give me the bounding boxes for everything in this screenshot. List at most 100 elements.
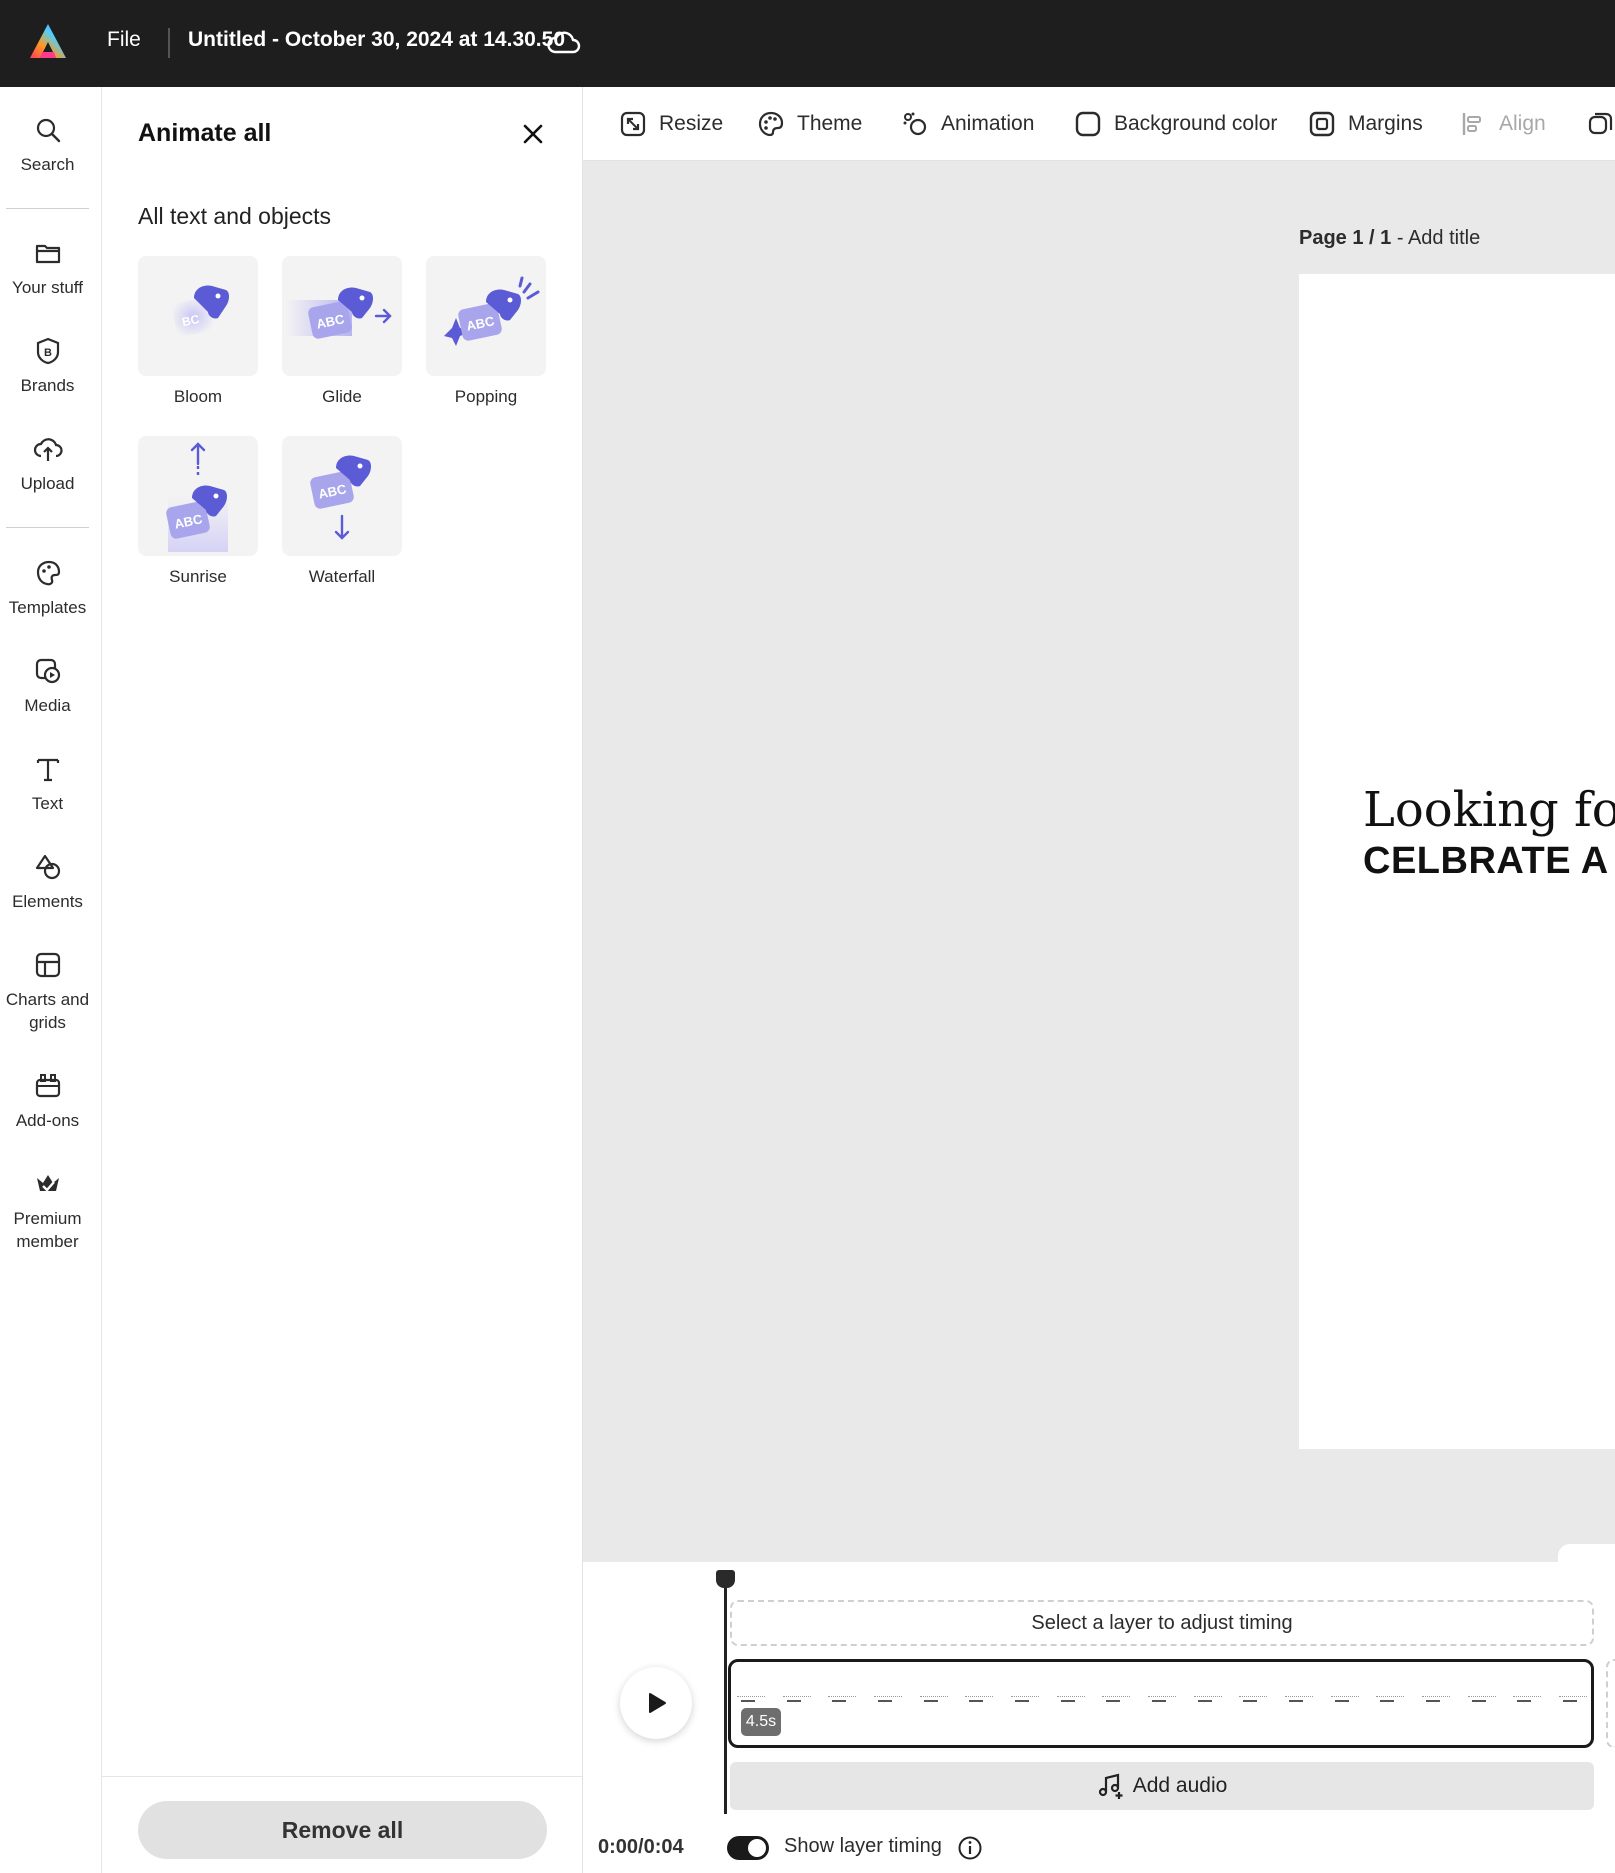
music-note-add-icon	[1098, 1773, 1123, 1799]
upload-icon	[33, 438, 63, 461]
track-thumbnail	[828, 1696, 857, 1704]
elements-icon	[35, 854, 60, 880]
timeline-corner	[1558, 1544, 1615, 1568]
remove-all-button[interactable]: Remove all	[138, 1801, 547, 1859]
rail-item-upload[interactable]: Upload	[0, 434, 95, 495]
duplicate-button[interactable]	[1587, 107, 1615, 141]
media-icon	[35, 658, 60, 684]
info-icon[interactable]	[957, 1835, 983, 1861]
rail-separator	[6, 208, 89, 209]
add-audio-label: Add audio	[1132, 1774, 1228, 1797]
margins-button[interactable]: Margins	[1308, 107, 1423, 141]
close-icon[interactable]	[520, 121, 546, 147]
page-title-separator: -	[1391, 227, 1408, 249]
page-title-placeholder[interactable]: Add title	[1408, 227, 1480, 249]
resize-button[interactable]: Resize	[619, 107, 723, 141]
animation-label: Sunrise	[169, 567, 227, 586]
rail-item-label: Add-ons	[15, 1111, 80, 1130]
toolbar-label: Background color	[1114, 112, 1278, 135]
artboard-subheading-text[interactable]: CELBRATE A	[1363, 840, 1609, 883]
page-number: Page 1 / 1	[1299, 227, 1392, 249]
play-icon	[649, 1693, 666, 1713]
rail-item-charts-and-grids[interactable]: Charts and grids	[0, 950, 95, 1034]
track-thumbnail	[1193, 1696, 1222, 1704]
animation-label: Bloom	[173, 387, 223, 406]
waterfall-preview-icon: ABC	[310, 455, 371, 540]
animation-card-waterfall[interactable]: ABC	[282, 436, 402, 556]
align-icon	[1462, 113, 1481, 135]
rail-item-premium-member[interactable]: Premium member	[0, 1169, 95, 1253]
rail-item-search[interactable]: Search	[0, 115, 95, 176]
animation-card-glide[interactable]: ABC	[282, 256, 402, 376]
play-button[interactable]	[620, 1667, 692, 1739]
artboard[interactable]: Looking for CELBRATE A	[1299, 274, 1615, 1449]
track-thumbnail	[1421, 1696, 1450, 1704]
rail-item-label: Upload	[20, 474, 75, 493]
track-thumbnail	[919, 1696, 948, 1704]
show-layer-timing-label: Show layer timing	[784, 1835, 942, 1857]
panel-subtitle: All text and objects	[138, 203, 332, 229]
adobe-express-logo[interactable]	[28, 22, 68, 62]
animation-card-sunrise[interactable]: ABC	[138, 436, 258, 556]
toolbar-label: Animation	[941, 112, 1035, 135]
show-layer-timing-toggle[interactable]	[727, 1836, 769, 1860]
page-track[interactable]: 4.5s	[728, 1659, 1594, 1748]
left-rail: Search Your stuff B Brands Upload Templa…	[0, 87, 102, 1873]
search-icon	[36, 118, 60, 143]
track-thumbnail	[1147, 1696, 1176, 1704]
rail-item-label: Search	[20, 155, 75, 174]
track-thumbnail	[965, 1696, 994, 1704]
artboard-heading-text[interactable]: Looking for	[1363, 782, 1615, 838]
popping-preview-icon: ABC	[444, 276, 540, 346]
panel-title: Animate all	[138, 119, 272, 147]
rail-item-add-ons[interactable]: Add-ons	[0, 1071, 95, 1132]
palette-icon	[758, 111, 784, 137]
track-thumbnail	[737, 1696, 765, 1704]
track-thumbnail	[1558, 1696, 1587, 1704]
rail-item-label: Elements	[12, 892, 83, 911]
align-button[interactable]: Align	[1459, 107, 1546, 141]
animation-label: Popping	[454, 387, 518, 406]
add-page-track-stub[interactable]	[1606, 1659, 1615, 1748]
rail-item-elements[interactable]: Elements	[0, 852, 95, 913]
track-thumbnails	[737, 1696, 1587, 1706]
page-label[interactable]: Page 1 / 1 - Add title	[1299, 227, 1480, 250]
premium-crown-icon	[36, 1175, 59, 1192]
templates-icon	[36, 560, 60, 586]
topbar-divider	[168, 28, 170, 58]
rail-item-your-stuff[interactable]: Your stuff	[0, 238, 95, 299]
copy-icon	[1588, 112, 1613, 135]
addons-icon	[35, 1074, 60, 1098]
track-thumbnail	[1284, 1696, 1313, 1704]
file-menu-button[interactable]: File	[107, 28, 141, 52]
playhead-line[interactable]	[724, 1578, 727, 1814]
theme-button[interactable]: Theme	[757, 107, 862, 141]
duration-badge[interactable]: 4.5s	[741, 1708, 781, 1736]
animation-card-bloom[interactable]: BC	[138, 256, 258, 376]
playhead-handle[interactable]	[716, 1570, 735, 1588]
rail-item-label: Media	[24, 696, 71, 715]
toolbar-label: Margins	[1348, 112, 1423, 135]
add-audio-button[interactable]: Add audio	[730, 1762, 1594, 1810]
folder-icon	[35, 244, 60, 264]
cloud-icon[interactable]	[546, 26, 582, 58]
animation-label: Waterfall	[308, 567, 376, 586]
rail-separator	[6, 527, 89, 528]
toolbar-label: Theme	[797, 112, 863, 135]
background-color-button[interactable]: Background color	[1074, 107, 1277, 141]
animation-card-popping[interactable]: ABC	[426, 256, 546, 376]
track-thumbnail	[1102, 1696, 1131, 1704]
bloom-preview-icon: BC	[171, 285, 229, 337]
animation-button[interactable]: Animation	[901, 107, 1034, 141]
text-icon	[36, 758, 59, 782]
document-title[interactable]: Untitled - October 30, 2024 at 14.30.50	[188, 28, 565, 52]
rail-item-brands[interactable]: B Brands	[0, 336, 95, 397]
animation-icon	[903, 112, 927, 136]
rail-item-media[interactable]: Media	[0, 656, 95, 717]
track-thumbnail	[1467, 1696, 1496, 1704]
charts-icon	[35, 952, 60, 978]
rail-item-text[interactable]: Text	[0, 754, 95, 815]
toggle-knob	[748, 1839, 766, 1857]
sunrise-preview-icon: ABC	[166, 442, 228, 552]
rail-item-templates[interactable]: Templates	[0, 558, 95, 619]
